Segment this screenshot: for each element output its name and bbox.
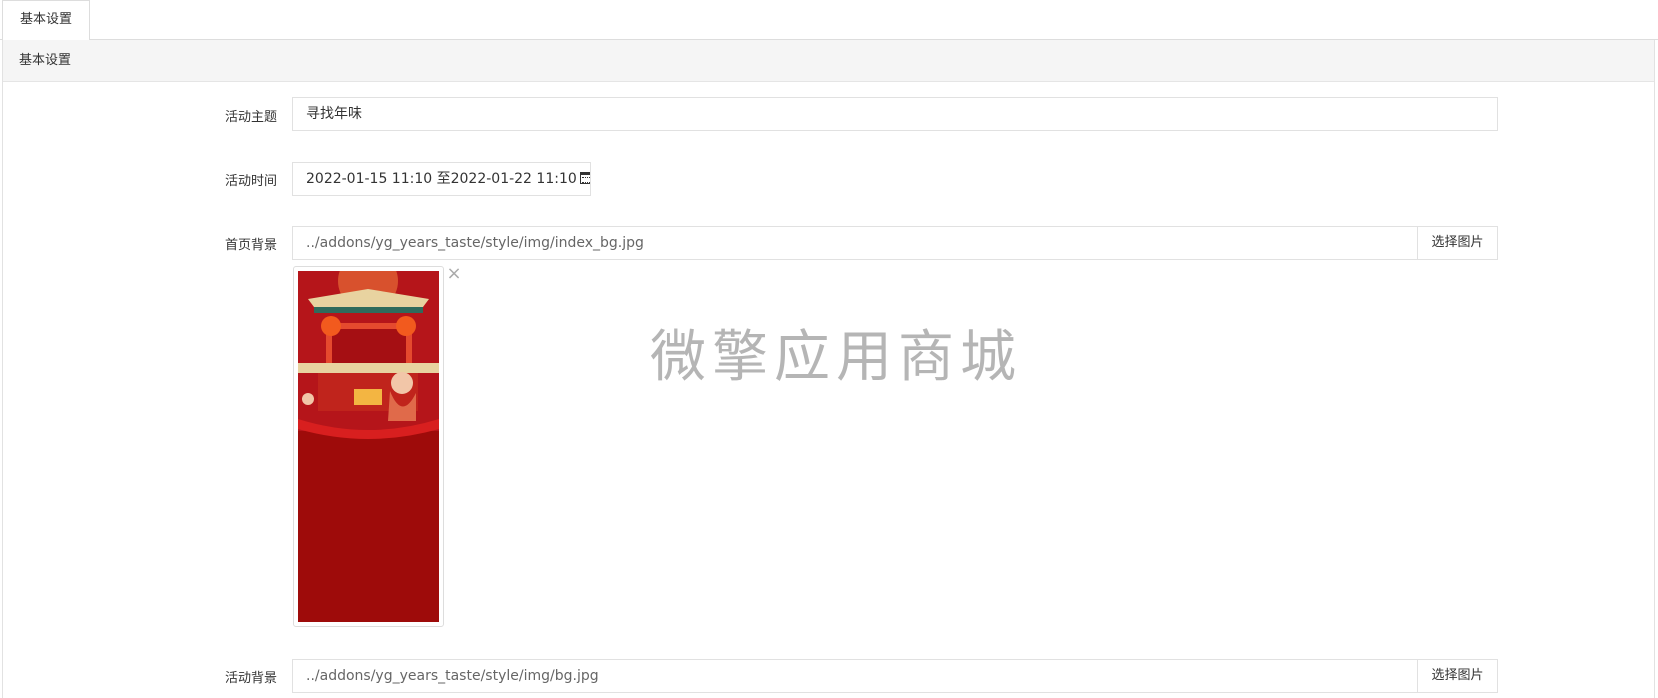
home-bg-label: 首页背景 bbox=[224, 238, 277, 253]
time-range-input[interactable]: 2022-01-15 11:10 至2022-01-22 11:10 bbox=[292, 162, 591, 196]
panel-heading: 基本设置 bbox=[3, 40, 1654, 82]
remove-image-icon[interactable]: × bbox=[446, 265, 462, 283]
home-bg-select-button[interactable]: 选择图片 bbox=[1417, 226, 1498, 260]
theme-label: 活动主题 bbox=[224, 110, 277, 125]
time-label: 活动时间 bbox=[224, 174, 277, 189]
home-bg-path-input[interactable]: ../addons/yg_years_taste/style/img/index… bbox=[292, 226, 1418, 260]
activity-bg-select-button[interactable]: 选择图片 bbox=[1417, 659, 1498, 693]
time-range-value: 2022-01-15 11:10 至2022-01-22 11:10 bbox=[306, 171, 577, 187]
calendar-icon bbox=[579, 172, 590, 184]
tab-basic-settings[interactable]: 基本设置 bbox=[2, 0, 90, 41]
activity-bg-path-input[interactable]: ../addons/yg_years_taste/style/img/bg.jp… bbox=[292, 659, 1418, 693]
tab-bar: 基本设置 bbox=[0, 0, 1658, 41]
theme-input[interactable]: 寻找年味 bbox=[292, 97, 1498, 131]
activity-bg-label: 活动背景 bbox=[224, 671, 277, 686]
home-bg-thumbnail bbox=[293, 266, 444, 627]
home-bg-image bbox=[298, 271, 439, 622]
watermark-text: 微擎应用商城 bbox=[650, 325, 1022, 390]
